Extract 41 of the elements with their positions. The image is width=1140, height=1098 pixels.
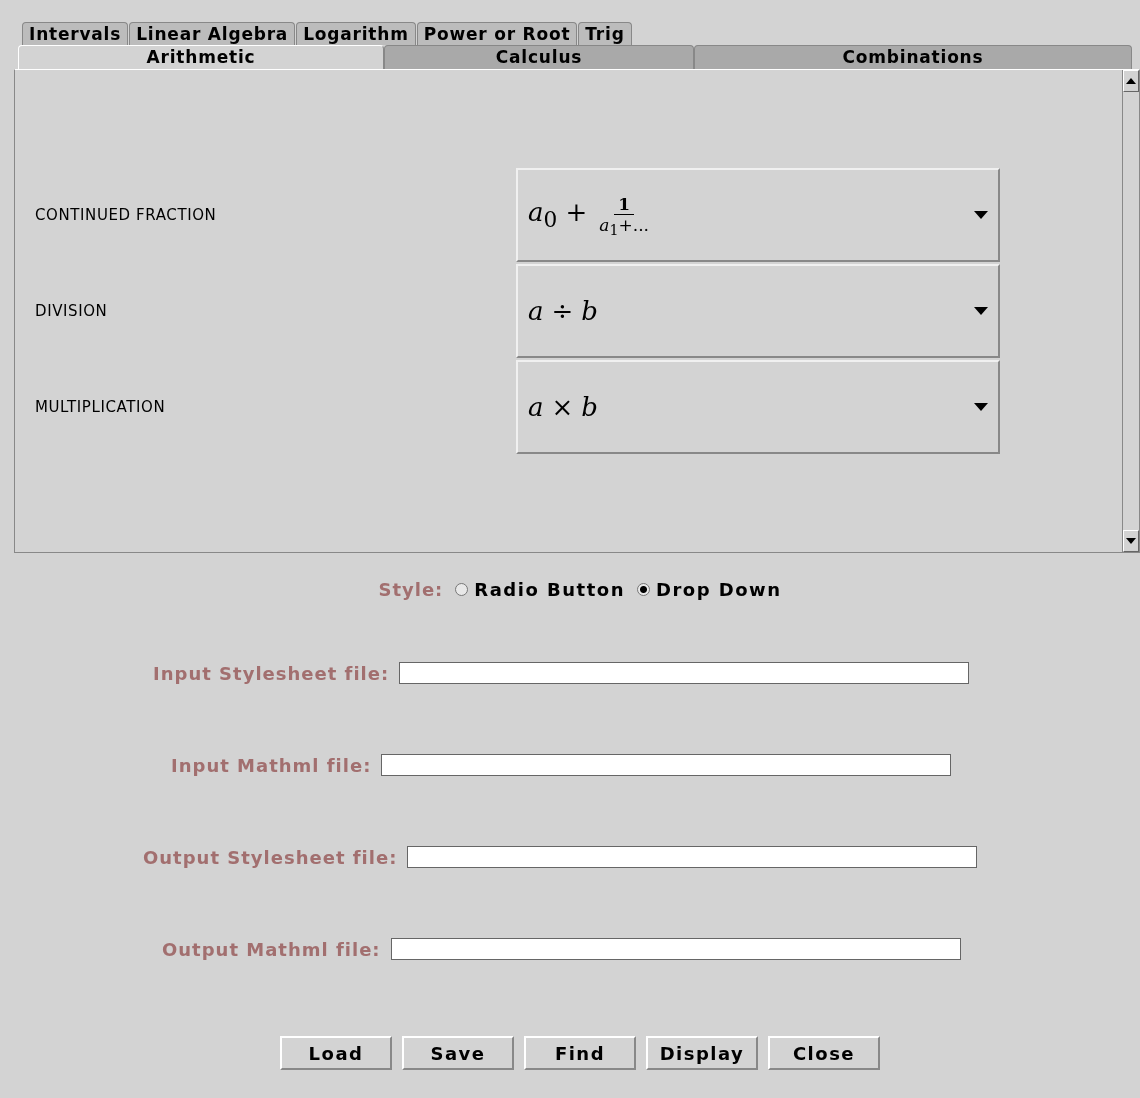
scrollbar[interactable] (1122, 70, 1139, 552)
input-field[interactable] (399, 662, 970, 684)
tab[interactable]: Trig (578, 22, 632, 45)
style-label: Style: (378, 579, 444, 600)
operation-label: CONTINUED FRACTION (35, 206, 218, 224)
scroll-down-button[interactable] (1123, 530, 1139, 552)
field-label: Output Mathml file: (162, 938, 381, 960)
formula: a ÷ b (528, 296, 599, 326)
input-field[interactable] (381, 754, 952, 776)
radio-button[interactable]: Radio Button (455, 579, 625, 600)
tab[interactable]: Linear Algebra (129, 22, 296, 45)
tab[interactable]: Power or Root (416, 22, 578, 45)
action-button[interactable]: Load (280, 1036, 392, 1070)
tab[interactable]: Intervals (22, 22, 129, 45)
formula: a$_{0}$ + 1 a$_{1}$+... (528, 192, 650, 239)
tab[interactable]: Logarithm (296, 22, 416, 45)
action-button[interactable]: Save (402, 1036, 514, 1070)
field-label: Output Stylesheet file: (143, 846, 398, 868)
action-button[interactable]: Display (646, 1036, 758, 1070)
field-label: Input Stylesheet file: (153, 662, 390, 684)
formula-dropdown[interactable]: a × b (516, 360, 1000, 454)
field-label: Input Mathml file: (171, 754, 372, 776)
formula-dropdown[interactable]: a$_{0}$ + 1 a$_{1}$+... (516, 168, 1000, 262)
operation-label: MULTIPLICATION (35, 398, 167, 416)
radio-button[interactable]: Drop Down (636, 579, 782, 600)
caret-icon (974, 403, 988, 411)
scroll-up-button[interactable] (1123, 70, 1139, 92)
action-button[interactable]: Close (768, 1036, 880, 1070)
formula-dropdown[interactable]: a ÷ b (516, 264, 1000, 358)
caret-icon (974, 211, 988, 219)
caret-icon (974, 307, 988, 315)
operation-label: DIVISION (35, 302, 109, 320)
down-arrow-icon (1126, 538, 1136, 544)
up-arrow-icon (1126, 78, 1136, 84)
action-button[interactable]: Find (524, 1036, 636, 1070)
formula: a × b (528, 392, 599, 422)
tab[interactable]: Combinations (694, 45, 1132, 69)
tab[interactable]: Arithmetic (18, 45, 384, 69)
input-field[interactable] (390, 938, 961, 960)
input-field[interactable] (407, 846, 978, 868)
tab[interactable]: Calculus (384, 45, 694, 69)
